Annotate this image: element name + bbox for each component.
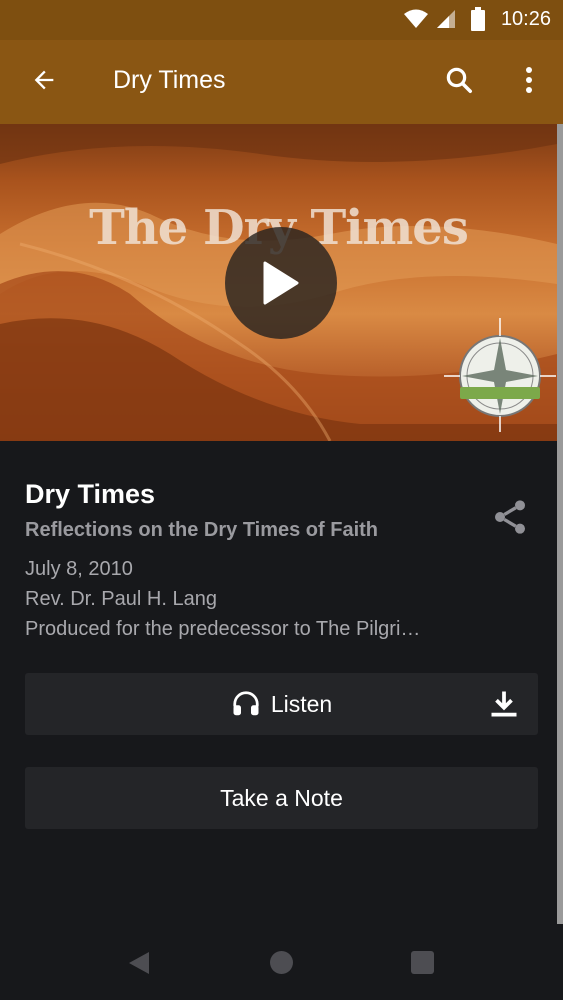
app-bar: Dry Times [0,40,563,124]
nav-back-icon[interactable] [127,950,151,976]
more-options-button[interactable] [511,62,547,98]
search-button[interactable] [441,62,477,98]
pilgrim-logo-badge [444,318,556,432]
listen-label: Listen [270,690,333,717]
wifi-icon [404,9,428,28]
scrollbar[interactable] [557,124,563,924]
share-icon [495,500,525,534]
take-note-button[interactable]: Take a Note [25,767,538,829]
status-time: 10:26 [500,8,551,30]
download-button[interactable] [488,688,520,720]
listen-button-content: Listen [231,689,332,719]
more-vert-icon [526,67,532,93]
back-button[interactable] [26,62,62,98]
battery-icon [471,7,485,31]
listen-button[interactable]: Listen [25,673,538,735]
headphones-icon [233,691,259,716]
search-icon [446,67,472,93]
episode-date: July 8, 2010 [25,558,133,580]
signal-icon [437,10,455,28]
arrow-left-icon [34,70,54,90]
episode-details: Dry Times Reflections on the Dry Times o… [0,441,557,924]
play-button[interactable] [225,227,337,339]
share-button[interactable] [486,493,534,541]
system-nav-bar [0,924,563,1000]
episode-speaker: Rev. Dr. Paul H. Lang [25,588,217,610]
episode-subtitle: Reflections on the Dry Times of Faith [25,519,379,541]
status-icons [403,7,485,31]
nav-home-button[interactable] [270,951,293,974]
episode-artwork: The Dry Times [0,124,557,441]
play-icon [263,261,299,305]
episode-description: Produced for the predecessor to The Pilg… [25,618,421,640]
status-bar: 10:26 [0,0,563,40]
download-icon [491,691,517,717]
episode-title: Dry Times [25,479,156,509]
app-bar-title: Dry Times [113,66,226,94]
take-note-label: Take a Note [220,784,343,811]
nav-recents-button[interactable] [411,951,434,974]
